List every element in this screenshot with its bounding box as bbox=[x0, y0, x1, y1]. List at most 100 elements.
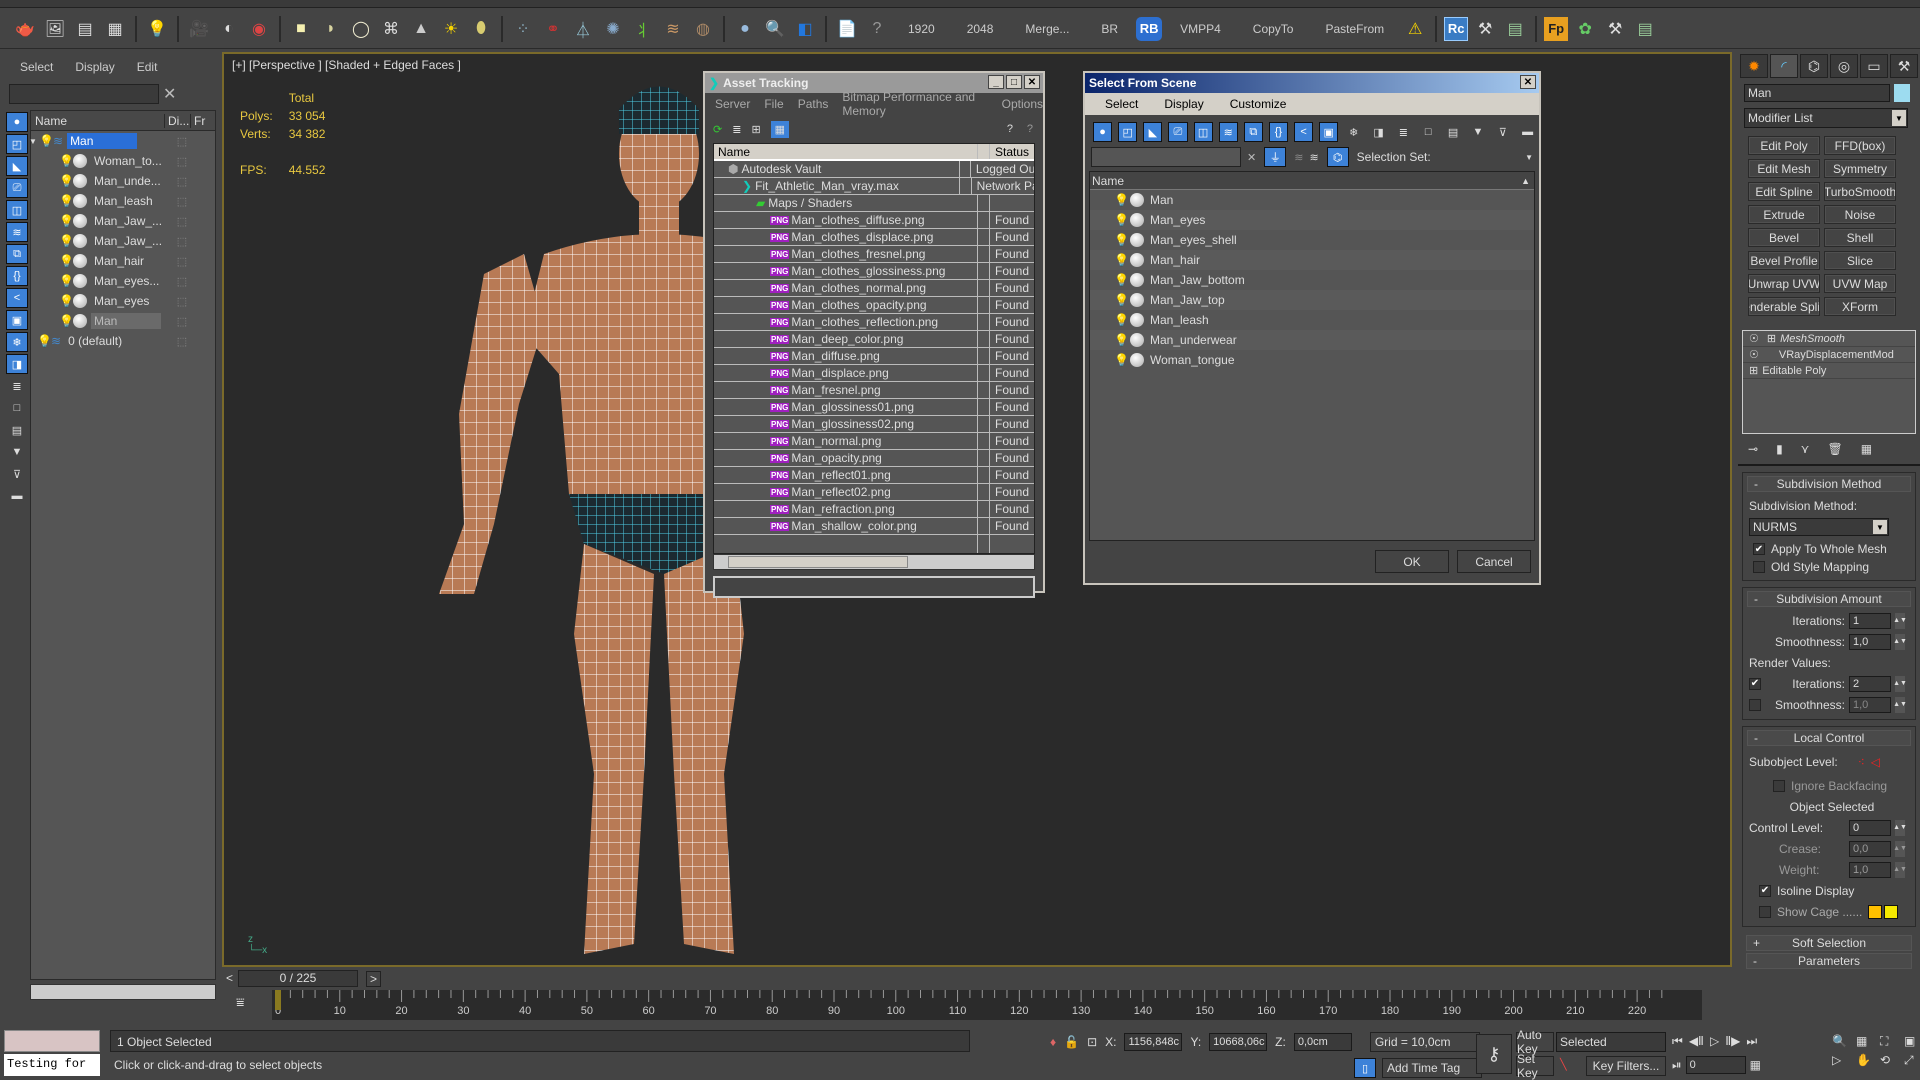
sun-icon[interactable]: ☀ bbox=[438, 16, 464, 42]
render-frame-icon[interactable]: 🖼 bbox=[42, 16, 68, 42]
select-invert-icon[interactable]: ▤ bbox=[6, 420, 28, 440]
rollout-header[interactable]: - Subdivision Method bbox=[1747, 476, 1911, 492]
filter-icon[interactable]: ▼ bbox=[1468, 122, 1487, 142]
rollout-parameters[interactable]: - Parameters bbox=[1746, 953, 1912, 969]
egg-icon[interactable]: ⬮ bbox=[468, 16, 494, 42]
spinner-arrows[interactable]: ▲▼ bbox=[1893, 840, 1907, 857]
hair-icon[interactable]: ≋ bbox=[660, 16, 686, 42]
lightbulb-icon[interactable]: 💡 bbox=[59, 154, 74, 168]
weight-spinner[interactable]: 1,0 bbox=[1849, 861, 1891, 878]
render-iterations-spinner[interactable]: 2 bbox=[1849, 675, 1891, 692]
filter-groups-icon[interactable]: ⧉ bbox=[1243, 122, 1263, 142]
modifier-button-edit-mesh[interactable]: Edit Mesh bbox=[1748, 159, 1820, 178]
isoline-display-checkbox[interactable]: ✔ bbox=[1759, 884, 1771, 897]
filter-frozen-icon[interactable]: ❄ bbox=[6, 332, 28, 352]
render-smoothness-checkbox[interactable] bbox=[1749, 698, 1761, 711]
asset-row[interactable]: PNG Man_refraction.png Found bbox=[714, 501, 1034, 518]
stack-item-meshsmooth[interactable]: ☉ ⊞ MeshSmooth bbox=[1743, 331, 1915, 347]
modifier-button-bevel-profile[interactable]: Bevel Profile bbox=[1748, 251, 1820, 270]
smoothness-spinner[interactable]: 1,0 bbox=[1849, 633, 1891, 650]
blob-icon[interactable]: ✺ bbox=[600, 16, 626, 42]
filter-geometry-icon[interactable]: ● bbox=[6, 112, 28, 132]
menu-select[interactable]: Select bbox=[1105, 97, 1138, 111]
explorer-tree-item[interactable]: 💡 Man_eyes... ⬚ bbox=[31, 271, 215, 291]
display-box-icon[interactable]: ⬚ bbox=[169, 335, 195, 348]
lightbulb-icon[interactable]: 💡 bbox=[39, 134, 54, 148]
stack-item-vraydisplacement[interactable]: ☉ VRayDisplacementMod bbox=[1743, 347, 1915, 363]
time-slider[interactable]: < 0 / 225 > bbox=[222, 970, 1732, 988]
display-box-icon[interactable]: ⬚ bbox=[169, 155, 195, 168]
filter-options-icon[interactable]: ⊽ bbox=[1493, 122, 1512, 142]
filter-shapes-icon[interactable]: ◰ bbox=[1118, 122, 1138, 142]
tb-1920-button[interactable]: 1920 bbox=[894, 22, 949, 36]
select-invert-icon[interactable]: ▤ bbox=[1444, 122, 1463, 142]
hierarchy-tab-icon[interactable]: ⌬ bbox=[1800, 54, 1828, 78]
explorer-tree-item[interactable]: 💡 Man_hair ⬚ bbox=[31, 251, 215, 271]
asset-row[interactable]: PNG Man_glossiness01.png Found bbox=[714, 399, 1034, 416]
help-icon[interactable]: ? bbox=[1027, 123, 1033, 135]
close-button[interactable]: ✕ bbox=[1520, 75, 1536, 89]
render-iterations-checkbox[interactable]: ✔ bbox=[1749, 677, 1761, 690]
asset-row[interactable]: PNG Man_deep_color.png Found bbox=[714, 331, 1034, 348]
col-display[interactable]: Di... bbox=[165, 113, 191, 128]
set-key-button[interactable]: Set Key bbox=[1516, 1052, 1554, 1080]
modifier-button-xform[interactable]: XForm bbox=[1824, 297, 1896, 316]
layer-icon[interactable]: ▬ bbox=[6, 486, 28, 506]
current-frame-marker[interactable] bbox=[275, 990, 281, 1010]
vault-help-icon[interactable]: ? bbox=[1007, 123, 1013, 135]
expand-arrow-icon[interactable]: ▼ bbox=[29, 137, 39, 146]
camera-red-icon[interactable]: ◉ bbox=[246, 16, 272, 42]
clear-search-icon[interactable]: ✕ bbox=[163, 84, 176, 104]
scroll-thumb[interactable] bbox=[728, 556, 908, 568]
fp-button[interactable]: Fp bbox=[1544, 16, 1569, 41]
scene-object-item[interactable]: 💡 Man_eyes_shell bbox=[1090, 230, 1534, 250]
asset-row[interactable]: ❯ Fit_Athletic_Man_vray.max Network Pa bbox=[714, 178, 1034, 195]
show-cage-checkbox[interactable] bbox=[1759, 905, 1771, 918]
layer-icon[interactable]: ▬ bbox=[1518, 122, 1537, 142]
zoom-extents-all-icon[interactable]: ▣ bbox=[1904, 1034, 1920, 1049]
go-to-end-icon[interactable]: ⏭ bbox=[1746, 1034, 1757, 1049]
table2-icon[interactable]: ▤ bbox=[1632, 16, 1658, 42]
spinner-arrows[interactable]: ▲▼ bbox=[1893, 633, 1907, 650]
selection-lock-icon[interactable]: 🔓 bbox=[1064, 1035, 1079, 1049]
minimize-button[interactable]: _ bbox=[988, 75, 1004, 89]
track-bar[interactable]: 0 10 20 30 40 50 60 70 80 90 100 110 120 130 140 150 160… bbox=[272, 990, 1702, 1020]
asset-row[interactable]: ▰ Maps / Shaders bbox=[714, 195, 1034, 212]
cone-icon[interactable]: ▲ bbox=[408, 16, 434, 42]
modifier-button-bevel[interactable]: Bevel bbox=[1748, 228, 1820, 247]
sort-ascending-icon[interactable]: ▲ bbox=[1521, 176, 1530, 186]
filter-bones-icon[interactable]: < bbox=[6, 288, 28, 308]
col-name[interactable]: Name bbox=[31, 113, 165, 128]
col-freeze[interactable]: Fr bbox=[191, 114, 205, 128]
control-level-spinner[interactable]: 0 bbox=[1849, 819, 1891, 836]
lightbulb-icon[interactable]: 💡 bbox=[59, 254, 74, 268]
y-coordinate-field[interactable]: 10668,06c bbox=[1209, 1033, 1268, 1051]
hierarchy-icon[interactable]: ⌬ bbox=[1326, 147, 1349, 167]
help-icon[interactable]: ? bbox=[864, 16, 890, 42]
lightbulb-icon[interactable]: 💡 bbox=[59, 294, 74, 308]
zoom-all-icon[interactable]: ▦ bbox=[1856, 1034, 1876, 1049]
explorer-tree-item[interactable]: 💡 Man_eyes ⬚ bbox=[31, 291, 215, 311]
lightbulb-icon[interactable]: 💡 bbox=[59, 234, 74, 248]
display-box-icon[interactable]: ⬚ bbox=[169, 315, 195, 328]
asset-row[interactable]: PNG Man_clothes_fresnel.png Found bbox=[714, 246, 1034, 263]
create-tab-icon[interactable]: ✹ bbox=[1740, 54, 1768, 78]
spinner-arrows[interactable]: ▲▼ bbox=[1893, 861, 1907, 878]
explorer-tree-item[interactable]: 💡 Man ⬚ bbox=[31, 311, 215, 331]
select-all-icon[interactable]: ≣ bbox=[6, 376, 28, 396]
asset-row[interactable]: PNG Man_reflect01.png Found bbox=[714, 467, 1034, 484]
display-box-icon[interactable]: ⬚ bbox=[169, 295, 195, 308]
display-box-icon[interactable]: ⬚ bbox=[169, 275, 195, 288]
filter-xrefs-icon[interactable]: {} bbox=[1268, 122, 1288, 142]
tree-view-icon[interactable]: ⊞ bbox=[751, 123, 760, 136]
filter-groups-icon[interactable]: ⧉ bbox=[6, 244, 28, 264]
scene-object-item[interactable]: 💡 Man_underwear bbox=[1090, 330, 1534, 350]
maximize-viewport-icon[interactable]: ⤢ bbox=[1904, 1053, 1920, 1068]
explorer-tree-item[interactable]: 💡 ≋ 0 (default) ⬚ bbox=[31, 331, 215, 351]
asset-row[interactable]: PNG Man_clothes_reflection.png Found bbox=[714, 314, 1034, 331]
particles-icon[interactable]: ⁘ bbox=[510, 16, 536, 42]
z-coordinate-field[interactable]: 0,0cm bbox=[1293, 1033, 1352, 1051]
filter-lights-icon[interactable]: ◣ bbox=[6, 156, 28, 176]
display-box-icon[interactable]: ⬚ bbox=[169, 135, 195, 148]
viewport-label[interactable]: [+] [Perspective ] [Shaded + Edged Faces… bbox=[232, 58, 461, 72]
